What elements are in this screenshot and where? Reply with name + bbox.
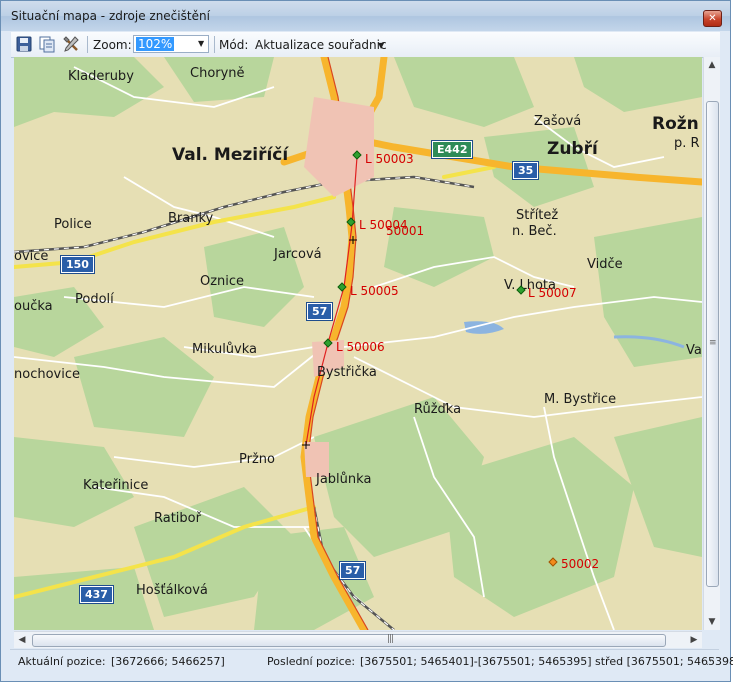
place-label: ovice	[14, 249, 49, 264]
place-label: Choryně	[190, 66, 245, 81]
place-label: Val. Meziříčí	[172, 145, 289, 165]
place-label: Podolí	[75, 292, 114, 307]
place-label: Oznice	[200, 274, 245, 289]
window-title: Situační mapa - zdroje znečištění	[11, 9, 210, 23]
place-label: p. R	[674, 136, 700, 151]
scroll-left-icon[interactable]: ◀	[14, 632, 30, 648]
place-label: Jablůnka	[316, 472, 372, 487]
grip-icon: |||	[387, 634, 394, 644]
place-label: Ratiboř	[154, 511, 201, 526]
road-shield: 150	[60, 255, 95, 274]
road-shield: 57	[305, 302, 334, 321]
close-button[interactable]: ✕	[703, 10, 722, 27]
copy-icon[interactable]	[38, 35, 56, 53]
place-label: Branky	[168, 211, 214, 226]
tools-icon[interactable]	[62, 35, 80, 53]
scroll-up-icon[interactable]: ▲	[704, 57, 720, 73]
point-label[interactable]: 50001	[386, 224, 424, 238]
place-label: Police	[54, 217, 92, 232]
mode-label: Mód:	[219, 38, 249, 52]
save-icon[interactable]	[15, 35, 33, 53]
place-label: Vidče	[587, 257, 623, 272]
scroll-down-icon[interactable]: ▼	[704, 614, 720, 630]
vertical-scroll-thumb[interactable]: ≡	[706, 101, 719, 587]
place-label: oučka	[14, 299, 53, 314]
last-position-value: [3675501; 5465401]-[3675501; 5465395] st…	[360, 655, 733, 668]
mode-select[interactable]: Aktualizace souřadnic	[255, 38, 387, 52]
road-shield: E442	[430, 140, 474, 159]
point-label[interactable]: L 50006	[336, 340, 385, 354]
place-label: Kateřinice	[83, 478, 149, 493]
current-position-value: [3672666; 5466257]	[111, 655, 225, 668]
point-label[interactable]: L 50003	[365, 152, 414, 166]
place-label: Kladeruby	[68, 69, 134, 84]
status-bar: Aktuální pozice: [3672666; 5466257] Posl…	[10, 649, 733, 672]
place-label: Střítež	[516, 208, 559, 223]
scroll-right-icon[interactable]: ▶	[686, 632, 702, 648]
place-label: Zašová	[534, 114, 582, 129]
road-shield: 35	[511, 161, 540, 180]
resize-grip-icon[interactable]: ⋰	[706, 657, 715, 667]
place-label: Růžďka	[414, 402, 462, 417]
toolbar-separator	[87, 36, 88, 53]
place-label: Zubří	[547, 139, 598, 159]
last-position-label: Poslední pozice:	[267, 655, 356, 668]
title-bar[interactable]: Situační mapa - zdroje znečištění ✕	[1, 1, 730, 31]
grip-icon: ≡	[709, 338, 716, 348]
current-position-label: Aktuální pozice:	[18, 655, 106, 668]
horizontal-scroll-thumb[interactable]: |||	[32, 634, 666, 647]
point-label[interactable]: 50002	[561, 557, 599, 571]
place-label: M. Bystřice	[544, 392, 617, 407]
place-label: Mikulůvka	[192, 342, 258, 357]
place-label: Hošťálková	[136, 583, 208, 598]
place-label: Va	[686, 343, 702, 358]
zoom-select[interactable]: 102% ▼	[133, 35, 209, 53]
zoom-value[interactable]: 102%	[136, 37, 175, 51]
vertical-scrollbar[interactable]: ▲ ≡ ▼	[703, 57, 720, 630]
place-label: Pržno	[239, 452, 275, 467]
road-shield: 437	[79, 585, 114, 604]
road-shield: 57	[338, 561, 367, 580]
close-icon: ✕	[708, 13, 717, 24]
toolbar-separator	[214, 36, 215, 53]
place-label: Jarcová	[274, 247, 322, 262]
map-canvas[interactable]: Kladeruby Choryně Val. Meziříčí Zašová R…	[14, 57, 702, 630]
horizontal-scrollbar[interactable]: ◀ ||| ▶	[14, 631, 702, 648]
point-label[interactable]: L 50007	[528, 286, 577, 300]
chevron-down-icon[interactable]: ▼	[198, 39, 204, 48]
place-label: n. Beč.	[512, 224, 557, 239]
zoom-label: Zoom:	[93, 38, 132, 52]
place-label: nochovice	[14, 367, 80, 382]
toolbar: Zoom: 102% ▼ Mód: Aktualizace souřadnic …	[11, 32, 720, 58]
place-label: Bystřička	[317, 365, 377, 380]
place-label: Rožn	[652, 114, 699, 134]
point-label[interactable]: L 50005	[350, 284, 399, 298]
chevron-down-icon[interactable]: ▼	[378, 41, 384, 50]
